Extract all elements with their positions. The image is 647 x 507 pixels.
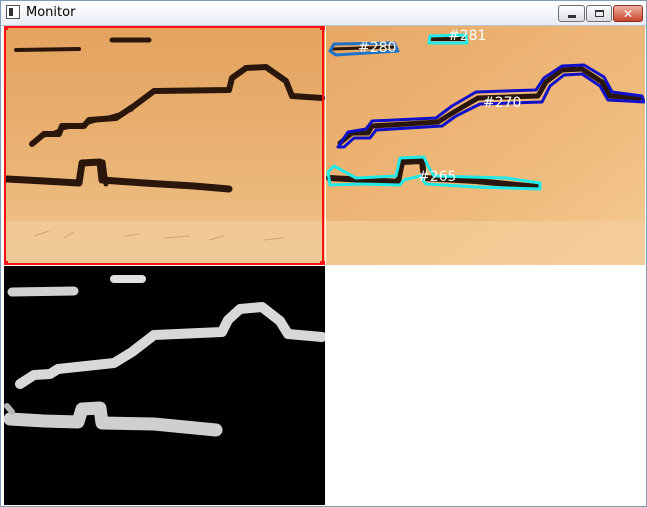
roi-handle-top-left[interactable] xyxy=(4,26,8,30)
minimize-icon xyxy=(567,15,576,18)
close-button[interactable]: ✕ xyxy=(613,5,643,22)
maximize-icon xyxy=(594,10,604,17)
roi-handle-bottom-right[interactable] xyxy=(320,261,325,265)
camera-frame-image xyxy=(4,26,325,265)
paper-bottom-band xyxy=(4,221,325,265)
tracking-overlay-image: #280 #281 #270 #265 xyxy=(326,26,645,265)
title-bar[interactable]: Monitor ✕ xyxy=(1,1,646,26)
close-icon: ✕ xyxy=(622,6,634,21)
maximize-button[interactable] xyxy=(586,5,612,22)
tracking-overlay-panel[interactable]: #280 #281 #270 #265 xyxy=(326,26,645,265)
roi-handle-bottom-left[interactable] xyxy=(4,261,8,265)
window-title: Monitor xyxy=(26,5,76,20)
mask-background xyxy=(4,266,325,505)
tracked-object-label: #280 xyxy=(358,40,396,56)
tracked-object-label: #270 xyxy=(483,95,521,111)
tracked-object-label: #265 xyxy=(418,169,456,185)
monitor-content: #280 #281 #270 #265 xyxy=(4,26,645,505)
empty-panel xyxy=(326,266,645,505)
app-icon xyxy=(6,5,20,19)
paper-bottom-band xyxy=(326,221,645,265)
camera-frame-panel[interactable] xyxy=(4,26,325,265)
roi-handle-top-right[interactable] xyxy=(320,26,325,30)
minimize-button[interactable] xyxy=(558,5,585,22)
tracked-object-label: #281 xyxy=(448,28,486,44)
monitor-window: Monitor ✕ #280 #281 #270 #265 xyxy=(0,0,647,507)
mask-panel[interactable] xyxy=(4,266,325,505)
mask-image xyxy=(4,266,325,505)
